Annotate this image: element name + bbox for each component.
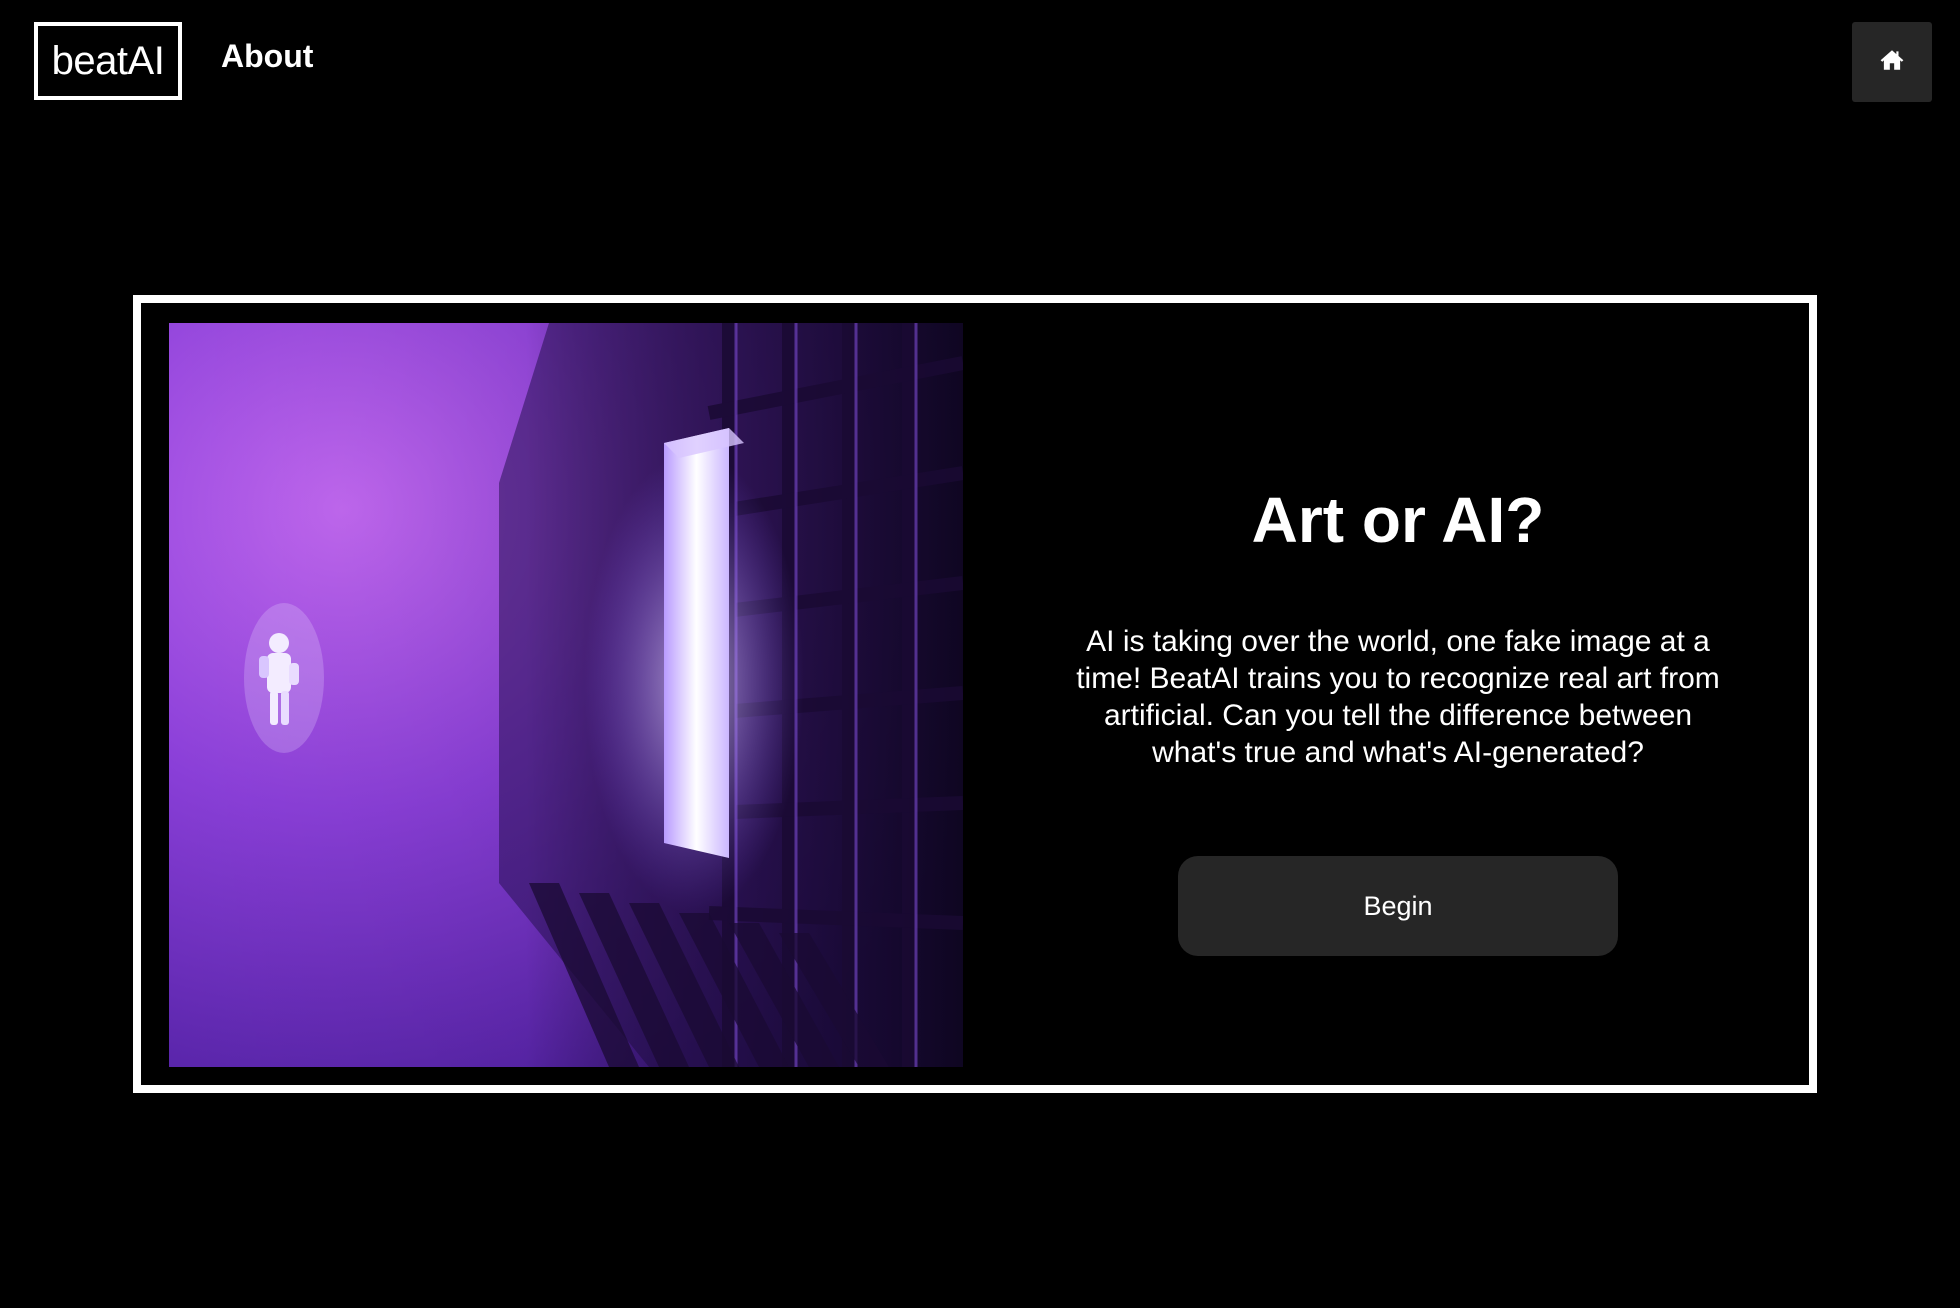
hero-content: Art or AI? AI is taking over the world, … (1063, 303, 1913, 1085)
hero-card: Art or AI? AI is taking over the world, … (133, 295, 1817, 1093)
home-icon (1879, 47, 1905, 78)
page-title: Art or AI? (1251, 484, 1545, 556)
top-nav: beatAI About (0, 0, 1960, 120)
begin-button[interactable]: Begin (1178, 856, 1618, 956)
hero-description: AI is taking over the world, one fake im… (1076, 625, 1720, 769)
hero-artwork (169, 323, 963, 1067)
home-button[interactable] (1852, 22, 1932, 102)
logo-link[interactable]: beatAI (34, 22, 182, 100)
about-link[interactable]: About (221, 38, 313, 75)
